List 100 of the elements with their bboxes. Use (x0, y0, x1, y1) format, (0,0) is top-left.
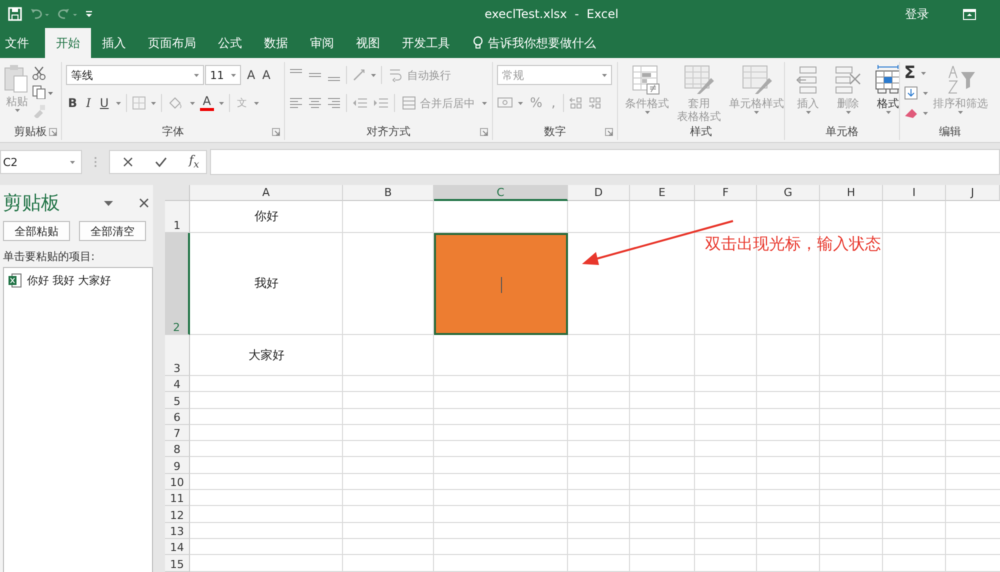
caret-icon (923, 112, 928, 114)
italic-button[interactable]: I (84, 96, 93, 110)
row-header[interactable]: 2 (165, 233, 190, 335)
column-header[interactable]: F (695, 185, 757, 201)
group-label: 编辑 (939, 124, 961, 138)
font-color-button[interactable]: A (200, 95, 214, 111)
grow-font-button[interactable]: A (246, 68, 256, 82)
dialog-launcher-icon[interactable] (480, 128, 488, 136)
autosum-button[interactable]: Σ (904, 63, 916, 83)
sign-in-link[interactable]: 登录 (905, 6, 929, 22)
row-header[interactable]: 3 (165, 335, 190, 376)
ribbon-tab[interactable]: 插入 (91, 28, 137, 58)
row-header[interactable]: 15 (165, 555, 190, 572)
group-label: 字体 (162, 124, 184, 138)
clipboard-item[interactable]: 你好 我好 大家好 (27, 273, 111, 288)
check-icon[interactable] (155, 157, 167, 167)
tell-me-field[interactable]: 告诉我你想要做什么 (488, 34, 596, 52)
row-header[interactable]: 14 (165, 538, 190, 556)
column-header[interactable]: C (434, 185, 568, 201)
increase-indent-icon[interactable] (373, 96, 389, 110)
row-header[interactable]: 5 (165, 392, 190, 409)
customize-icon[interactable] (86, 11, 92, 17)
caret-icon (218, 102, 224, 104)
grip-icon (94, 156, 97, 168)
ribbon-tab[interactable]: 公式 (207, 28, 253, 58)
format-painter-icon[interactable] (32, 104, 46, 118)
copy-icon[interactable] (32, 85, 54, 99)
formula-input[interactable] (210, 149, 1000, 175)
caret-icon (254, 102, 259, 104)
row-header[interactable]: 4 (165, 376, 190, 392)
wrap-text-icon (389, 68, 403, 82)
caret-icon (886, 111, 890, 114)
align-right-icon[interactable] (327, 96, 341, 110)
table-cell-text: 大家好 (248, 346, 286, 364)
underline-button[interactable]: U (98, 96, 111, 110)
ribbon-tab[interactable]: 数据 (253, 28, 299, 58)
save-icon[interactable] (8, 7, 22, 21)
ribbon-button[interactable]: 格式 (869, 64, 899, 114)
column-header[interactable]: H (820, 185, 883, 201)
name-box[interactable]: C2 (0, 150, 82, 174)
font-name-dropdown[interactable]: 等线 (66, 65, 204, 85)
text-cursor (501, 277, 502, 293)
currency-icon[interactable] (497, 97, 513, 109)
group-label: 对齐方式 (366, 124, 410, 138)
bold-button[interactable]: B (66, 96, 80, 110)
fill-down-icon[interactable] (904, 86, 918, 100)
caret-icon (846, 111, 850, 114)
caret-icon (518, 102, 523, 104)
row-header[interactable]: 6 (165, 408, 190, 425)
row-header[interactable]: 7 (165, 424, 190, 442)
row-header[interactable]: 10 (165, 474, 190, 490)
undo-icon[interactable] (30, 8, 50, 20)
decrease-indent-icon[interactable] (352, 96, 368, 110)
column-header[interactable]: B (343, 185, 434, 201)
column-header[interactable]: D (568, 185, 630, 201)
ribbon-tab[interactable]: 开发工具 (391, 28, 461, 58)
insert-function-button[interactable]: f$_{x}$ (189, 153, 200, 171)
align-left-icon[interactable] (289, 96, 303, 110)
column-header[interactable]: E (630, 185, 695, 201)
dialog-launcher-icon[interactable] (49, 128, 57, 136)
ribbon-tab[interactable]: 审阅 (299, 28, 345, 58)
clear-all-button[interactable]: 全部清空 (79, 221, 146, 241)
active-cell[interactable] (434, 233, 568, 335)
column-header[interactable]: J (946, 185, 1000, 201)
redo-icon[interactable] (58, 8, 78, 20)
ribbon-tab[interactable]: 页面布局 (137, 28, 207, 58)
dialog-launcher-icon[interactable] (605, 128, 613, 136)
clipboard-icon (4, 64, 30, 94)
increase-decimal-icon[interactable] (568, 97, 582, 109)
font-size-dropdown[interactable]: 11 (205, 65, 241, 85)
cancel-icon[interactable] (123, 157, 133, 167)
row-header[interactable]: 1 (165, 201, 190, 233)
caret-icon (194, 74, 199, 76)
ribbon-tab[interactable]: 视图 (345, 28, 391, 58)
pane-options-icon[interactable] (104, 200, 113, 206)
dialog-launcher-icon[interactable] (272, 128, 280, 136)
ribbon-display-icon[interactable] (963, 8, 976, 20)
row-header[interactable]: 12 (165, 506, 190, 523)
align-center-icon[interactable] (308, 96, 322, 110)
column-header[interactable]: A (190, 185, 343, 201)
row-header[interactable]: 8 (165, 441, 190, 458)
close-icon[interactable] (139, 198, 149, 208)
table-cell-text: 你好 (254, 208, 280, 225)
borders-icon[interactable] (132, 96, 146, 110)
row-header[interactable]: 13 (165, 522, 190, 539)
column-header[interactable]: I (883, 185, 946, 201)
caret-icon (482, 102, 487, 104)
paste-all-button[interactable]: 全部粘贴 (3, 221, 70, 241)
scissors-icon[interactable] (32, 66, 46, 80)
row-header[interactable]: 11 (165, 490, 190, 506)
eraser-icon[interactable] (904, 106, 918, 120)
column-header[interactable]: G (757, 185, 820, 201)
shrink-font-button[interactable]: A (261, 68, 272, 82)
row-header[interactable]: 9 (165, 457, 190, 474)
caret-icon (958, 111, 963, 114)
orientation-icon[interactable] (352, 68, 366, 82)
window-title: execlTest.xlsx - Excel (484, 7, 620, 21)
ribbon-tab[interactable]: 开始 (45, 28, 91, 58)
decrease-decimal-icon[interactable] (588, 97, 602, 109)
ribbon-tab[interactable]: 文件 (0, 28, 45, 58)
